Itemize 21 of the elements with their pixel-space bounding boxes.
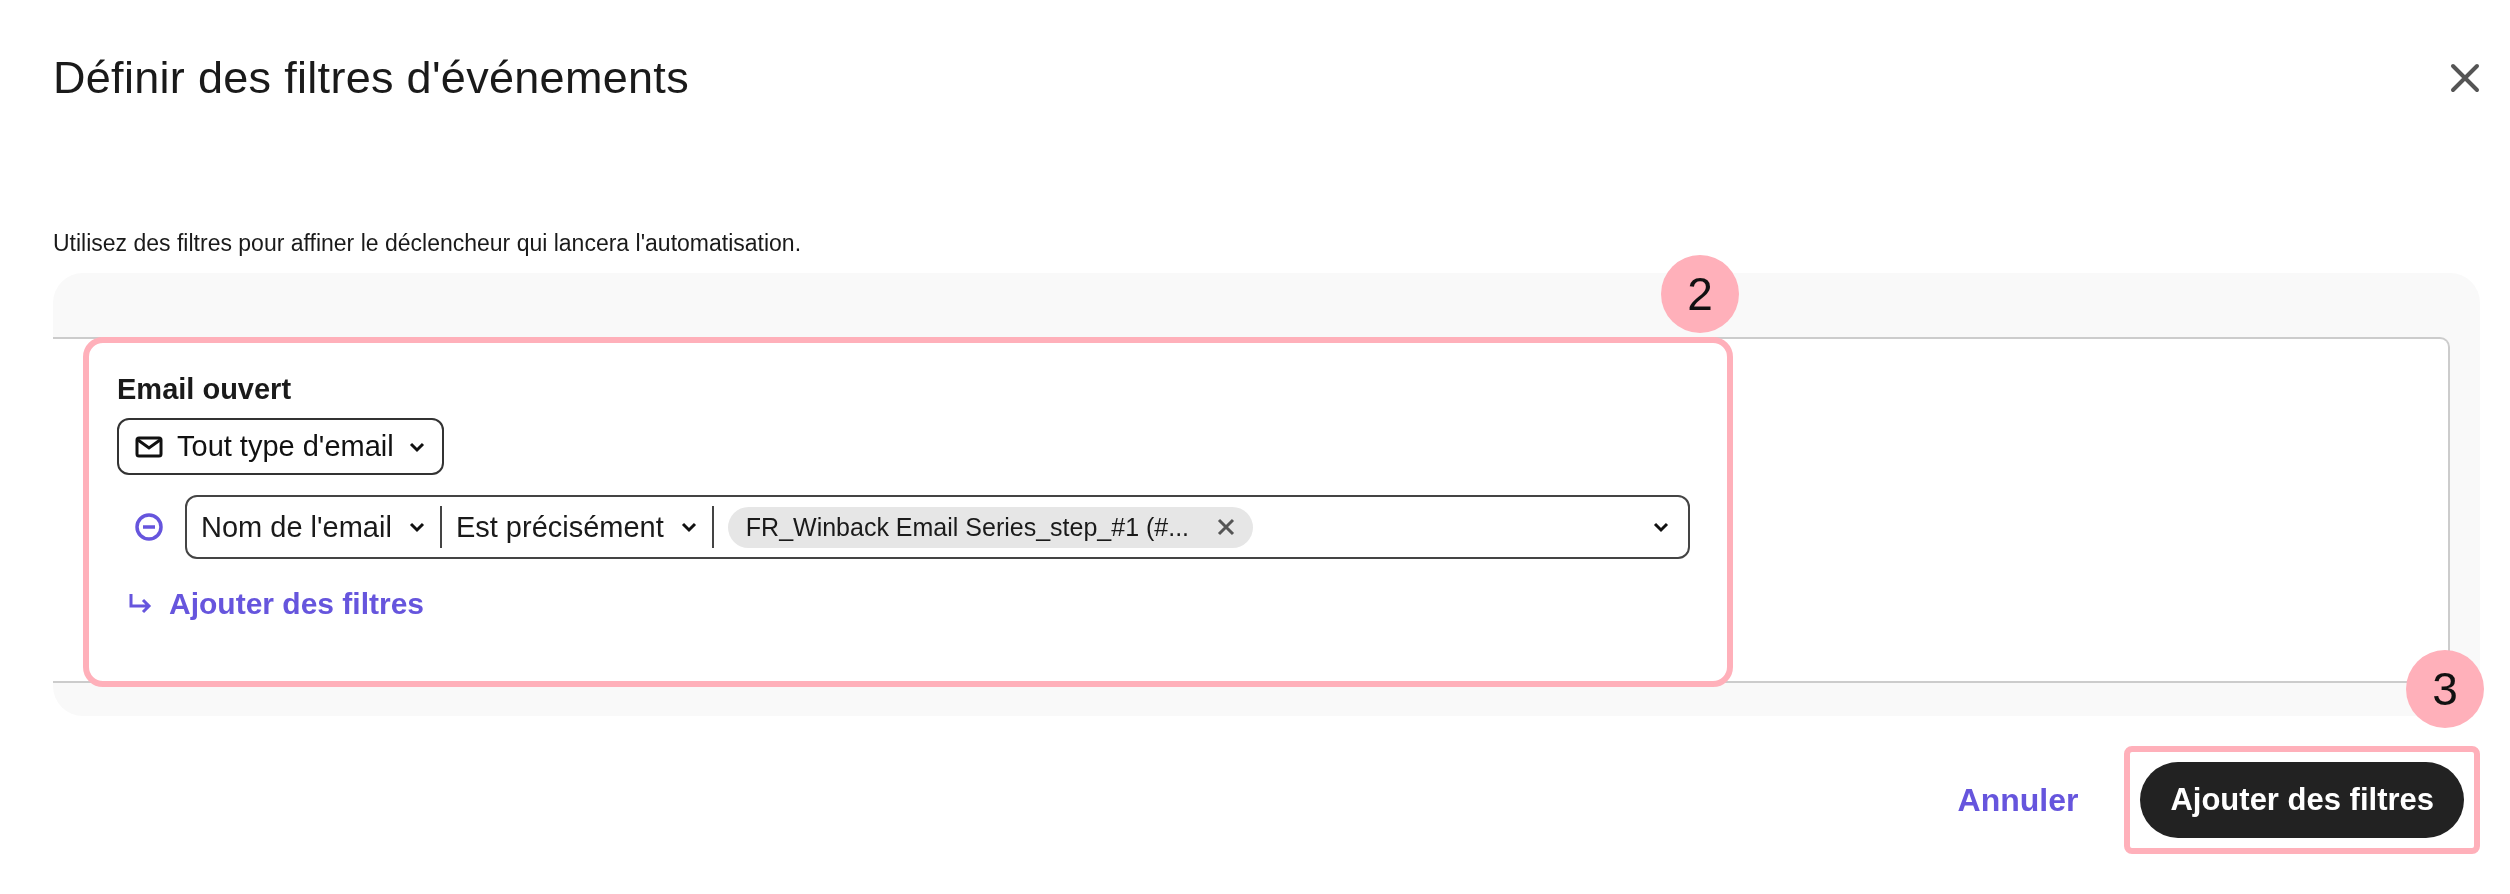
close-icon[interactable]: [2450, 62, 2480, 93]
step-badge: 2: [1661, 255, 1739, 333]
chevron-icon: [679, 521, 698, 533]
chevron-icon: [407, 521, 426, 533]
return-arrow-icon: [127, 592, 153, 616]
cancel-link[interactable]: Annuler: [1957, 781, 2079, 819]
field-dropdown[interactable]: Nom de l'email: [187, 506, 442, 548]
add-filter-link[interactable]: Ajouter des filtres: [117, 587, 425, 621]
operator-dropdown[interactable]: Est précisément: [441, 506, 714, 548]
email-type-dropdown[interactable]: Tout type d'email: [117, 418, 444, 475]
filter-condition-field[interactable]: Nom de l'email Est précisément FR_Winback Email Series_step_#1 (#...: [185, 495, 1690, 559]
add-filters-button[interactable]: Ajouter des filtres: [2140, 762, 2464, 838]
step-badge: 3: [2406, 650, 2484, 728]
remove-icon[interactable]: [1217, 518, 1236, 536]
envelope-icon: [135, 435, 163, 458]
event-label: Email ouvert: [117, 373, 293, 406]
dialog-title: Définir des filtres d'événements: [53, 51, 689, 104]
description: Utilisez des filtres pour affiner le déclencheur qui lancera l'automatisation.: [53, 230, 803, 257]
chevron-icon: [407, 440, 426, 453]
chip-label: FR_Winback Email Series_step_#1 (#...: [745, 512, 1190, 542]
chevron-icon: [1652, 521, 1670, 533]
